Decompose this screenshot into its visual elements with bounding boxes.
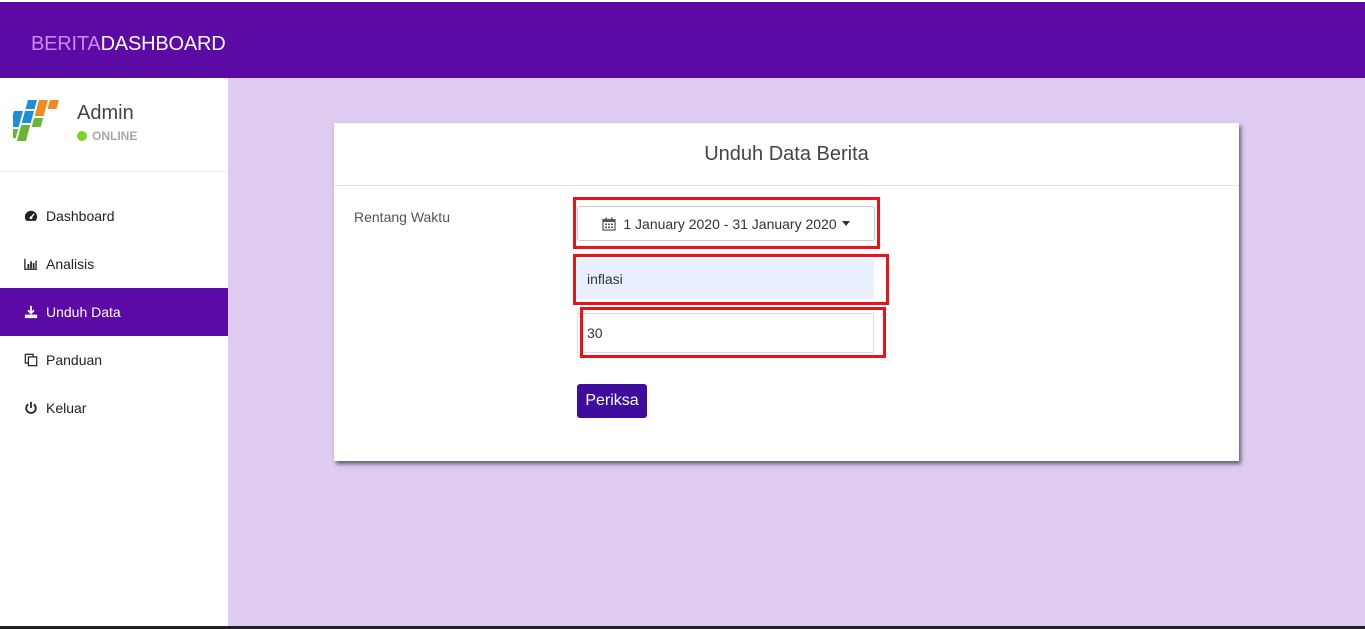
sidebar-item-dashboard[interactable]: Dashboard	[0, 192, 228, 240]
caret-down-icon	[841, 221, 850, 226]
user-name: Admin	[77, 102, 134, 124]
periksa-button[interactable]: Periksa	[577, 384, 647, 418]
sidebar-item-unduh-data[interactable]: Unduh Data	[0, 288, 228, 336]
sidebar-item-analisis[interactable]: Analisis	[0, 240, 228, 288]
date-range-label: Rentang Waktu	[354, 209, 450, 225]
card-title: Unduh Data Berita	[334, 123, 1239, 186]
user-panel: Admin ONLINE	[0, 78, 228, 172]
sidebar-item-label: Analisis	[46, 256, 95, 272]
dashboard-icon	[23, 208, 39, 224]
keyword-input[interactable]	[577, 259, 874, 299]
sidebar-item-keluar[interactable]: Keluar	[0, 384, 228, 432]
bar-chart-icon	[23, 256, 39, 272]
sidebar-menu: Dashboard Analisis Unduh Data Panduan Ke…	[0, 192, 228, 432]
sidebar-item-label: Dashboard	[46, 208, 115, 224]
brand-part-2: DASHBOARD	[100, 33, 226, 55]
download-card: Unduh Data Berita Rentang Waktu 1 Januar…	[334, 123, 1239, 461]
sidebar-item-label: Panduan	[46, 352, 103, 368]
count-input[interactable]	[577, 313, 874, 353]
power-icon	[23, 400, 39, 416]
top-navbar: BERITADASHBOARD	[0, 0, 1365, 78]
sidebar-item-label: Keluar	[46, 400, 87, 416]
copy-icon	[23, 352, 39, 368]
calendar-icon	[602, 217, 616, 231]
date-range-picker[interactable]: 1 January 2020 - 31 January 2020	[577, 206, 875, 241]
sidebar-item-panduan[interactable]: Panduan	[0, 336, 228, 384]
online-dot-icon	[77, 131, 87, 141]
sidebar-item-label: Unduh Data	[46, 304, 121, 320]
date-range-value: 1 January 2020 - 31 January 2020	[623, 215, 837, 232]
user-status: ONLINE	[77, 129, 137, 143]
brand-logo-text[interactable]: BERITADASHBOARD	[31, 33, 226, 56]
sidebar: Admin ONLINE Dashboard Analisis Unduh Da…	[0, 78, 228, 627]
user-status-label: ONLINE	[92, 129, 138, 143]
brand-part-1: BERITA	[31, 33, 101, 55]
bps-logo-icon	[13, 100, 59, 141]
download-icon	[23, 304, 39, 320]
